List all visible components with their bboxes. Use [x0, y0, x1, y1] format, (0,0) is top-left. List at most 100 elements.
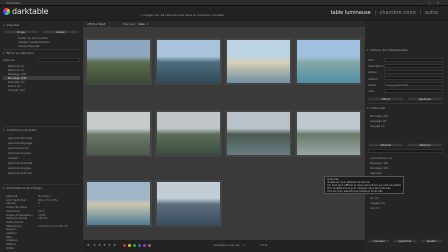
landscape-photo [157, 182, 220, 225]
detach-keyword-button[interactable]: détacher [407, 143, 443, 147]
recent-collection-item[interactable]: pellicule Pellicule [8, 171, 32, 175]
recent-collection-item[interactable]: pellicule Norvège [8, 136, 32, 140]
metadata-input[interactable] [384, 57, 443, 62]
attached-keyword[interactable]: Voyage (1) [370, 124, 385, 128]
import-header[interactable]: ▾ importer [3, 23, 20, 28]
metadata-input[interactable] [384, 88, 443, 93]
recent-collection-item[interactable]: pellicule Voyage [8, 151, 31, 155]
zoom-value[interactable]: 7 fois [259, 243, 267, 247]
zoom-slider-icon[interactable]: ▸ [243, 243, 245, 247]
dictionary-keyword[interactable]: lac (4) [370, 196, 379, 200]
reject-icon[interactable]: ⊗ [87, 243, 90, 247]
image-info-label: droits [6, 245, 14, 250]
photo-thumbnail[interactable] [155, 180, 222, 227]
metadata-editor-header[interactable]: ▾ éditeur de métadonnées [367, 48, 408, 53]
star-3-icon[interactable]: ★ [103, 243, 106, 247]
metadata-input[interactable] [384, 63, 443, 68]
import-image-button[interactable]: image [3, 30, 39, 34]
dictionary-keyword[interactable]: ciel (1) [370, 206, 380, 210]
recent-collection-item[interactable]: pellicule Portraits [8, 161, 32, 165]
add-keyword-button[interactable]: ajouter [420, 239, 443, 243]
darktable-logo-icon [3, 8, 10, 15]
module-expand-icon: ▾ [367, 106, 369, 110]
attached-keyword[interactable]: Norvège (16) [370, 114, 388, 118]
maximize-icon[interactable]: ▢ [428, 1, 431, 5]
dictionary-keyword[interactable]: Norvège (16) [370, 166, 388, 170]
image-info-value: 18 mm [38, 216, 48, 221]
new-keyword-button[interactable]: nouveau [368, 239, 390, 243]
bottom-toolbar: ⊗ ★ ★ ★ ★ ★ navigation par lot ▸ 7 fois [83, 240, 365, 252]
landscape-photo [227, 112, 290, 155]
module-expand-icon: ▾ [3, 23, 5, 27]
lighttable-topbar: afficher tout trier par date ▾ [83, 21, 365, 27]
delete-keyword-button[interactable]: supprimer [393, 239, 417, 243]
star-4-icon[interactable]: ★ [108, 243, 111, 247]
film-roll-item[interactable]: Voyage (12) [8, 88, 25, 92]
photo-thumbnail[interactable] [295, 110, 362, 157]
right-panel [365, 21, 448, 252]
filter-label: afficher [87, 22, 99, 26]
star-1-icon[interactable]: ★ [93, 243, 96, 247]
minimize-icon[interactable]: — [420, 1, 423, 5]
collection-header[interactable]: ▾ filtrer la collection [3, 51, 34, 56]
metadata-apply-button[interactable]: appliquer [407, 97, 443, 101]
photo-thumbnail[interactable] [85, 180, 152, 227]
photo-thumbnail[interactable] [225, 38, 292, 85]
module-expand-icon: ▾ [367, 48, 369, 52]
image-info-title: informations de l'image [6, 186, 43, 190]
keywords-header[interactable]: ▾ mots-clés [367, 106, 385, 111]
photo-thumbnail[interactable] [85, 110, 152, 157]
keywords-tooltip: mots-clés double-clic pour attacher le m… [324, 176, 404, 194]
color-label-yellow-icon[interactable] [128, 244, 131, 247]
view-other[interactable]: autre [425, 10, 438, 16]
attached-keyword[interactable]: paysage (2) [370, 119, 387, 123]
color-label-green-icon[interactable] [133, 244, 136, 247]
recent-collection-item[interactable]: pellicule Rome [8, 146, 29, 150]
dictionary-keyword[interactable]: Paysage (16) [370, 161, 388, 165]
tooltip-line: ctrl+clic pour sélectionner plusieurs mo… [327, 190, 383, 193]
image-info-header[interactable]: ▾ informations de l'image [3, 186, 42, 191]
sort-label: trier par [123, 22, 136, 26]
recent-collections-header[interactable]: ▾ collections récentes [3, 128, 36, 133]
metadata-value: Copyright 2008 [386, 82, 408, 87]
dictionary-keyword[interactable]: dégradé [370, 171, 382, 175]
module-expand-icon: ▾ [3, 186, 5, 190]
photo-thumbnail[interactable] [225, 110, 292, 157]
star-5-icon[interactable]: ★ [113, 243, 116, 247]
dictionary-keyword[interactable]: nuages (2) [370, 201, 385, 205]
metadata-label: droits [368, 82, 376, 87]
recent-collection-item[interactable]: pellicule Paysage [8, 141, 32, 145]
photo-thumbnail[interactable] [85, 38, 152, 85]
metadata-label: note [368, 89, 375, 93]
image-info-value: IMG_3724.JPG [38, 197, 58, 202]
close-icon[interactable]: ✕ [437, 1, 440, 5]
divider [3, 126, 80, 127]
star-2-icon[interactable]: ★ [98, 243, 101, 247]
keyword-search-input[interactable] [368, 149, 443, 153]
sort-select[interactable]: date [138, 22, 145, 26]
sort-direction-icon[interactable]: ▾ [147, 22, 149, 26]
dictionary-keyword[interactable]: monotaches (1) [370, 156, 392, 160]
filter-select[interactable]: tout [99, 22, 105, 26]
image-info-value: 2012:07:14 14:36:32 [38, 223, 68, 228]
recent-collection-item[interactable]: dossier [8, 156, 18, 160]
module-expand-icon: ▾ [3, 128, 5, 132]
attach-keyword-button[interactable]: attacher [368, 143, 404, 147]
view-darkroom[interactable]: chambre noire [380, 10, 416, 16]
import-option[interactable]: copier/importer [18, 44, 40, 48]
color-label-grey-icon[interactable] [148, 244, 151, 247]
photo-thumbnail[interactable] [295, 38, 362, 85]
collection-field-select[interactable] [38, 58, 80, 62]
image-info-value: 0 [38, 201, 40, 206]
photo-thumbnail[interactable] [155, 38, 222, 85]
metadata-input[interactable] [384, 76, 443, 81]
color-label-purple-icon[interactable] [143, 244, 146, 247]
color-label-blue-icon[interactable] [138, 244, 141, 247]
metadata-clear-button[interactable]: effacer [368, 97, 404, 101]
recent-collection-item[interactable]: pellicule Voyage [8, 166, 31, 170]
import-folder-button[interactable]: dossier [42, 30, 79, 34]
color-label-red-icon[interactable] [123, 244, 126, 247]
photo-thumbnail[interactable] [155, 110, 222, 157]
metadata-input[interactable] [384, 69, 443, 74]
view-lighttable[interactable]: table lumineuse [331, 10, 371, 16]
